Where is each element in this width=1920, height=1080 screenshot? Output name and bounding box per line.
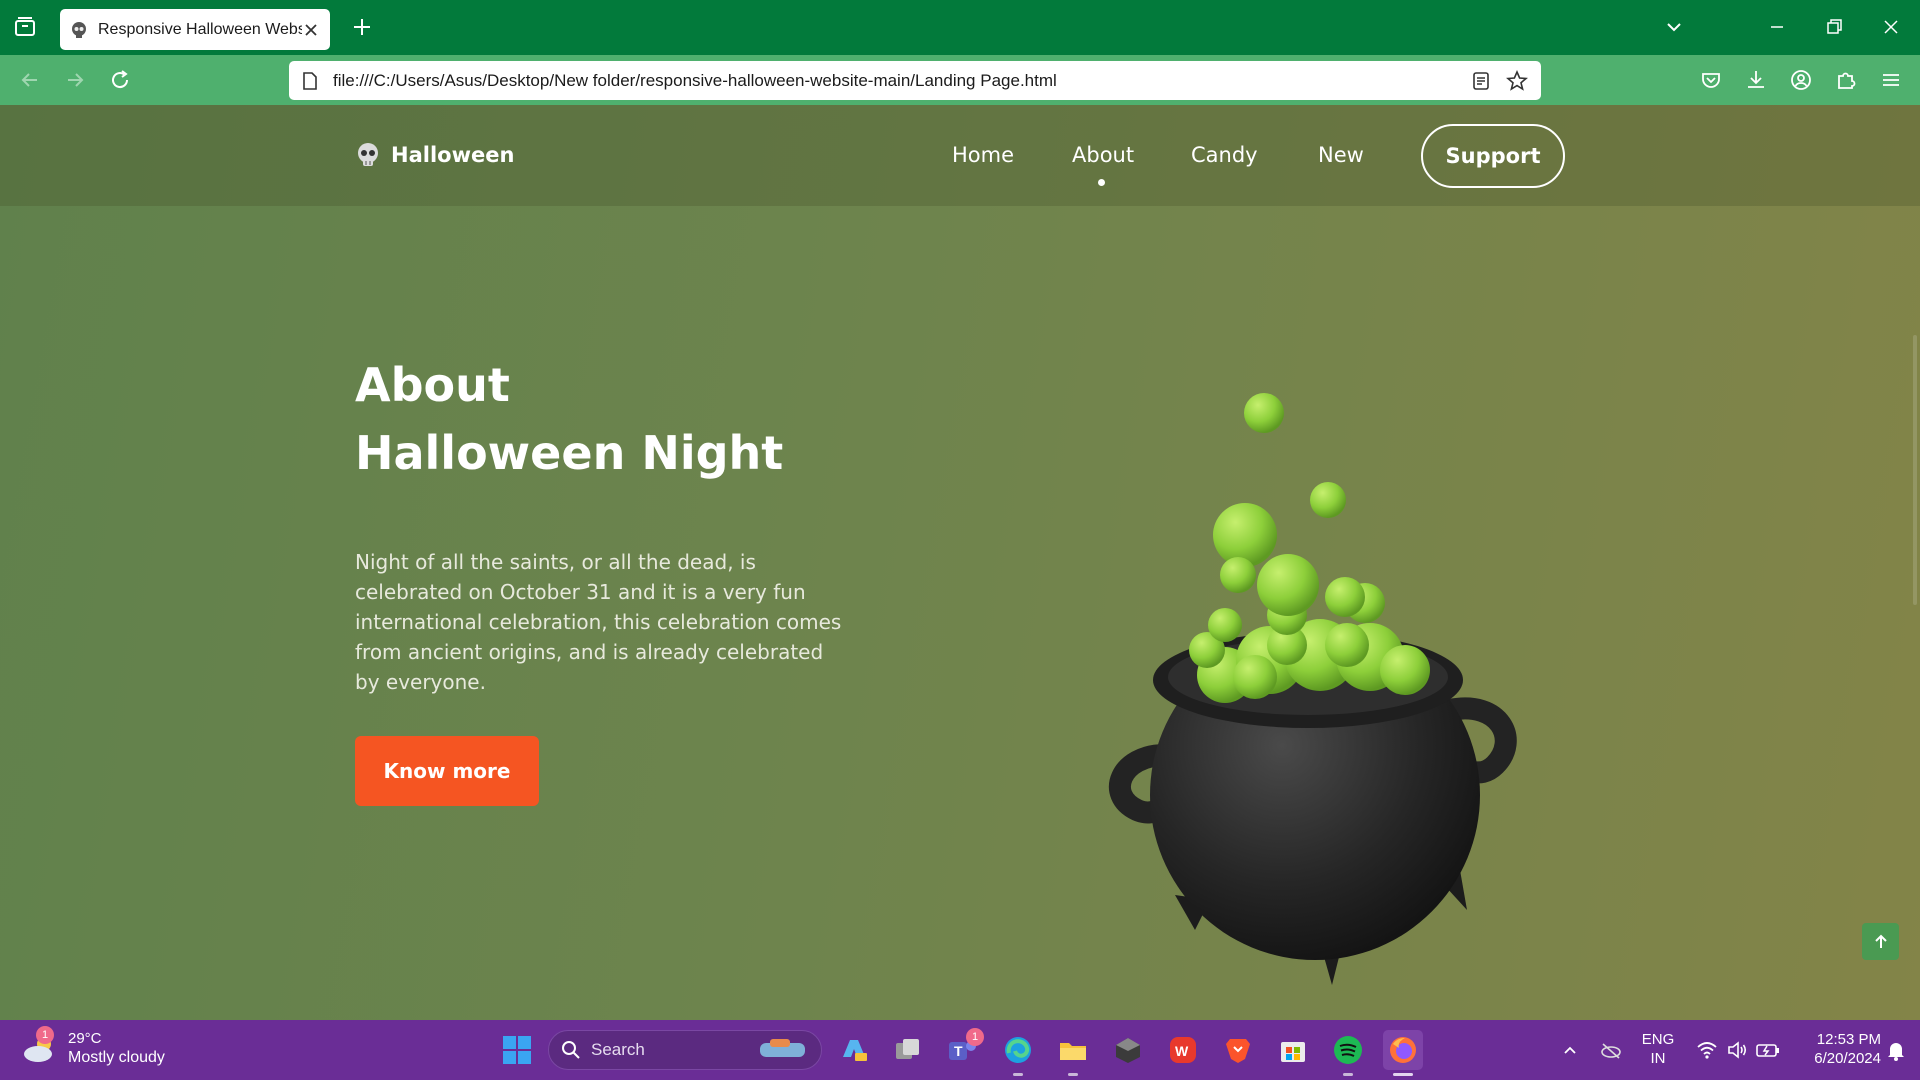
onedrive-offline-icon[interactable] bbox=[1591, 1030, 1631, 1070]
copilot-icon[interactable] bbox=[834, 1030, 874, 1070]
support-button[interactable]: Support bbox=[1421, 124, 1565, 188]
close-tab-icon[interactable] bbox=[302, 21, 320, 39]
edge-running-indicator bbox=[1013, 1073, 1023, 1076]
edge-icon[interactable] bbox=[998, 1030, 1038, 1070]
nav-about[interactable]: About bbox=[1072, 143, 1134, 167]
downloads-icon[interactable] bbox=[1743, 67, 1769, 93]
hero-description: Night of all the saints, or all the dead… bbox=[355, 550, 842, 694]
browser-toolbar: file:///C:/Users/Asus/Desktop/New folder… bbox=[0, 55, 1920, 105]
wifi-icon bbox=[1697, 1042, 1717, 1059]
volume-icon bbox=[1728, 1041, 1747, 1059]
nav-candy[interactable]: Candy bbox=[1191, 143, 1258, 167]
wps-office-icon[interactable]: W bbox=[1163, 1030, 1203, 1070]
app-3d-icon[interactable] bbox=[1108, 1030, 1148, 1070]
page-icon bbox=[301, 71, 319, 91]
weather-condition: Mostly cloudy bbox=[68, 1049, 165, 1066]
browser-tab[interactable]: Responsive Halloween Website bbox=[60, 9, 330, 50]
scroll-to-top-button[interactable] bbox=[1862, 923, 1899, 960]
cloud-weather-icon: 1 bbox=[20, 1026, 60, 1068]
site-header: Halloween Home About Candy New Support bbox=[0, 105, 1920, 206]
forward-arrow-icon[interactable] bbox=[62, 67, 88, 93]
file-explorer-icon[interactable] bbox=[1053, 1030, 1093, 1070]
site-logo[interactable]: Halloween bbox=[355, 142, 514, 168]
clock-time[interactable]: 12:53 PM bbox=[1793, 1030, 1881, 1049]
page-scrollbar[interactable] bbox=[1913, 335, 1917, 605]
skull-favicon-icon bbox=[70, 21, 88, 39]
hero-title: About Halloween Night bbox=[355, 358, 784, 480]
spotify-running-indicator bbox=[1343, 1073, 1353, 1076]
teams-badge: 1 bbox=[966, 1028, 984, 1046]
show-hidden-icons-chevron-icon[interactable] bbox=[1550, 1030, 1590, 1070]
tab-list-icon[interactable] bbox=[12, 14, 38, 40]
web-page: Halloween Home About Candy New Support A… bbox=[0, 105, 1920, 1020]
browser-tab-bar: Responsive Halloween Website bbox=[0, 0, 1920, 55]
svg-text:W: W bbox=[1175, 1043, 1189, 1059]
firefox-icon[interactable] bbox=[1383, 1030, 1423, 1070]
teams-icon[interactable]: T 1 bbox=[942, 1028, 984, 1070]
weather-widget[interactable]: 1 29°C Mostly cloudy bbox=[20, 1026, 165, 1068]
tab-overflow-chevron-icon[interactable] bbox=[1662, 15, 1686, 39]
url-text[interactable]: file:///C:/Users/Asus/Desktop/New folder… bbox=[333, 71, 1457, 91]
microsoft-store-icon[interactable] bbox=[1273, 1030, 1313, 1070]
extensions-icon[interactable] bbox=[1833, 67, 1859, 93]
spotify-icon[interactable] bbox=[1328, 1030, 1368, 1070]
logo-text: Halloween bbox=[391, 143, 515, 167]
task-view-icon[interactable] bbox=[888, 1030, 928, 1070]
svg-text:T: T bbox=[954, 1043, 963, 1059]
back-arrow-icon[interactable] bbox=[17, 67, 43, 93]
windows-start-icon[interactable] bbox=[497, 1030, 537, 1070]
search-highlight-icon bbox=[760, 1039, 805, 1057]
cauldron-illustration bbox=[1109, 393, 1517, 985]
bookmark-star-icon[interactable] bbox=[1505, 69, 1529, 93]
notifications-bell-icon[interactable] bbox=[1880, 1030, 1912, 1070]
tab-title: Responsive Halloween Website bbox=[98, 20, 302, 38]
know-more-button[interactable]: Know more bbox=[355, 736, 539, 806]
firefox-running-indicator bbox=[1393, 1073, 1413, 1076]
weather-badge: 1 bbox=[36, 1026, 54, 1044]
brave-browser-icon[interactable] bbox=[1218, 1030, 1258, 1070]
temperature: 29°C bbox=[68, 1030, 102, 1047]
search-icon bbox=[562, 1041, 580, 1059]
address-bar[interactable]: file:///C:/Users/Asus/Desktop/New folder… bbox=[289, 61, 1541, 100]
menu-hamburger-icon[interactable] bbox=[1878, 67, 1904, 93]
reload-icon[interactable] bbox=[107, 67, 133, 93]
close-window-icon[interactable] bbox=[1879, 15, 1903, 39]
arrow-up-icon bbox=[1874, 934, 1887, 948]
nav-home[interactable]: Home bbox=[952, 143, 1014, 167]
nav-new[interactable]: New bbox=[1318, 143, 1364, 167]
reader-view-icon[interactable] bbox=[1469, 69, 1493, 93]
clock-date[interactable]: 6/20/2024 bbox=[1793, 1049, 1881, 1068]
minimize-icon[interactable] bbox=[1765, 15, 1789, 39]
system-tray-quick-settings[interactable] bbox=[1685, 1030, 1791, 1070]
account-icon[interactable] bbox=[1788, 67, 1814, 93]
taskbar: 1 29°C Mostly cloudy Search T 1 W ENG IN… bbox=[0, 1020, 1920, 1080]
active-nav-indicator bbox=[1098, 179, 1105, 186]
new-tab-icon[interactable] bbox=[350, 15, 374, 39]
taskbar-search[interactable]: Search bbox=[548, 1030, 822, 1070]
battery-icon bbox=[1756, 1044, 1779, 1057]
search-placeholder: Search bbox=[591, 1040, 645, 1059]
language-line2[interactable]: IN bbox=[1640, 1049, 1676, 1068]
skull-logo-icon bbox=[355, 142, 381, 168]
explorer-running-indicator bbox=[1068, 1073, 1078, 1076]
language-line1[interactable]: ENG bbox=[1640, 1030, 1676, 1049]
pocket-icon[interactable] bbox=[1698, 67, 1724, 93]
restore-icon[interactable] bbox=[1822, 15, 1846, 39]
